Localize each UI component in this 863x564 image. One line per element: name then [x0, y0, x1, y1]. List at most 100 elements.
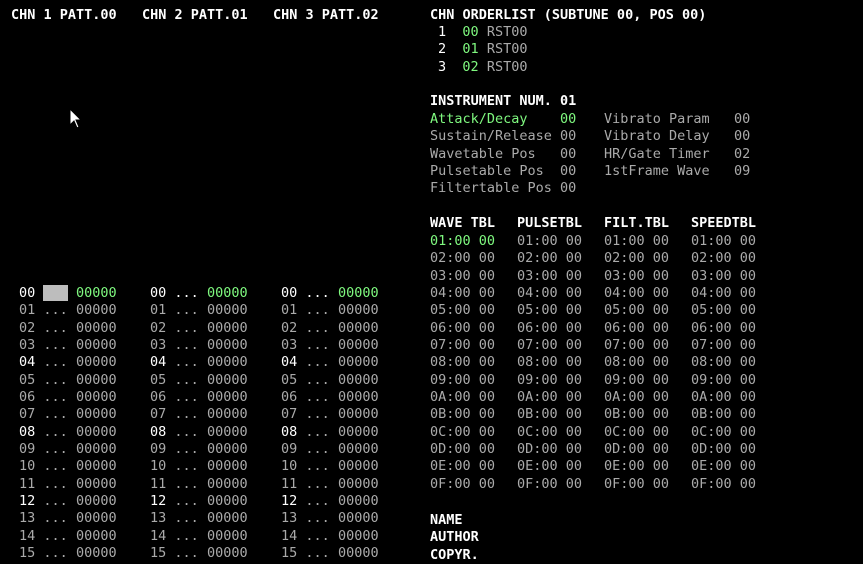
note-cell[interactable]: ...: [43, 528, 67, 544]
command-cell[interactable]: 00000: [76, 458, 117, 474]
table-entry[interactable]: 0F:00 00: [517, 476, 582, 492]
command-cell[interactable]: 00000: [338, 372, 379, 388]
table-row[interactable]: 01:00 00: [604, 233, 669, 250]
command-cell[interactable]: 00000: [338, 424, 379, 440]
note-cell[interactable]: ...: [174, 389, 198, 405]
table-row[interactable]: 02:00 00: [517, 250, 582, 267]
table-row[interactable]: 05:00 00: [604, 302, 669, 319]
pattern-row[interactable]: 12 ... 00000: [19, 493, 117, 510]
table-entry[interactable]: 04:00 00: [604, 285, 669, 301]
orderlist[interactable]: 1 00 RST00 2 01 RST00 3 02 RST00: [438, 24, 527, 76]
note-cell[interactable]: ...: [305, 510, 329, 526]
pattern-row[interactable]: 02 ... 00000: [281, 320, 379, 337]
note-cell[interactable]: ...: [43, 510, 67, 526]
table-row[interactable]: 0B:00 00: [517, 406, 582, 423]
table-row[interactable]: 0B:00 00: [691, 406, 756, 423]
pattern-row[interactable]: 10 ... 00000: [281, 458, 379, 475]
command-cell[interactable]: 00000: [207, 476, 248, 492]
table-entry[interactable]: 0D:00 00: [604, 441, 669, 457]
command-cell[interactable]: 00000: [338, 493, 379, 509]
table-row[interactable]: 05:00 00: [691, 302, 756, 319]
instrument-param[interactable]: Vibrato Delay 00: [604, 128, 750, 145]
pattern-row[interactable]: 00 ... 00000: [150, 285, 248, 302]
command-cell[interactable]: 00000: [76, 493, 117, 509]
command-cell[interactable]: 00000: [207, 458, 248, 474]
command-cell[interactable]: 00000: [76, 406, 117, 422]
table-row[interactable]: 03:00 00: [517, 268, 582, 285]
table-row[interactable]: 0D:00 00: [691, 441, 756, 458]
command-cell[interactable]: 00000: [338, 354, 379, 370]
channel-3-pattern-editor[interactable]: 00 ... 00000 01 ... 00000 02 ... 00000 03 .…: [281, 285, 379, 563]
table-entry[interactable]: 05:00 00: [604, 302, 669, 318]
song-info[interactable]: NAME AUTHOR COPYR.: [430, 512, 479, 564]
command-cell[interactable]: 00000: [207, 285, 248, 301]
note-cell[interactable]: ...: [174, 458, 198, 474]
command-cell[interactable]: 00000: [207, 545, 248, 561]
note-cell[interactable]: ...: [43, 337, 67, 353]
table-entry[interactable]: 06:00 00: [430, 320, 495, 336]
table-entry[interactable]: 04:00 00: [517, 285, 582, 301]
note-cell[interactable]: ...: [174, 545, 198, 561]
command-cell[interactable]: 00000: [338, 406, 379, 422]
orderlist-row[interactable]: 3 02 RST00: [438, 59, 527, 76]
table-entry[interactable]: 05:00 00: [691, 302, 756, 318]
table-row[interactable]: 0E:00 00: [517, 458, 582, 475]
note-cell[interactable]: ...: [174, 337, 198, 353]
table-entry[interactable]: 01:00 00: [604, 233, 669, 249]
table-row[interactable]: 03:00 00: [430, 268, 495, 285]
table-row[interactable]: 0D:00 00: [430, 441, 495, 458]
table-entry[interactable]: 07:00 00: [517, 337, 582, 353]
table-row[interactable]: 0F:00 00: [604, 476, 669, 493]
pattern-row[interactable]: 04 ... 00000: [150, 354, 248, 371]
table-entry[interactable]: 02:00 00: [517, 250, 582, 266]
speed-table[interactable]: 01:00 00 02:00 00 03:00 00 04:00 00 05:00 00…: [691, 233, 756, 493]
note-cell[interactable]: ...: [174, 510, 198, 526]
table-row[interactable]: 09:00 00: [691, 372, 756, 389]
table-row[interactable]: 0F:00 00: [517, 476, 582, 493]
table-entry[interactable]: 0D:00 00: [430, 441, 495, 457]
table-row[interactable]: 0E:00 00: [691, 458, 756, 475]
command-cell[interactable]: 00000: [76, 476, 117, 492]
pattern-row[interactable]: 11 ... 00000: [19, 476, 117, 493]
note-cell[interactable]: ...: [305, 493, 329, 509]
table-entry[interactable]: 07:00 00: [691, 337, 756, 353]
note-cell[interactable]: ...: [43, 493, 67, 509]
table-entry[interactable]: 04:00 00: [691, 285, 756, 301]
command-cell[interactable]: 00000: [338, 337, 379, 353]
table-row[interactable]: 04:00 00: [691, 285, 756, 302]
table-entry[interactable]: 06:00 00: [691, 320, 756, 336]
note-cell[interactable]: ...: [305, 372, 329, 388]
command-cell[interactable]: 00000: [76, 372, 117, 388]
table-entry[interactable]: 08:00 00: [604, 354, 669, 370]
pattern-row[interactable]: 07 ... 00000: [281, 406, 379, 423]
command-cell[interactable]: 00000: [76, 320, 117, 336]
note-cell[interactable]: ...: [174, 476, 198, 492]
pattern-row[interactable]: 09 ... 00000: [19, 441, 117, 458]
instrument-param[interactable]: Vibrato Param 00: [604, 111, 750, 128]
param-value[interactable]: 00: [560, 111, 576, 127]
command-cell[interactable]: 00000: [338, 302, 379, 318]
command-cell[interactable]: 00000: [76, 354, 117, 370]
table-row[interactable]: 0A:00 00: [430, 389, 495, 406]
param-value[interactable]: 00: [734, 128, 750, 144]
table-entry[interactable]: 0A:00 00: [517, 389, 582, 405]
table-entry[interactable]: 0F:00 00: [691, 476, 756, 492]
note-cell[interactable]: ...: [174, 406, 198, 422]
note-cell[interactable]: ...: [174, 441, 198, 457]
table-entry[interactable]: 0B:00 00: [430, 406, 495, 422]
instrument-param[interactable]: Sustain/Release 00: [430, 128, 576, 145]
command-cell[interactable]: 00000: [76, 424, 117, 440]
instrument-params-left[interactable]: Attack/Decay 00 Sustain/Release 00 Wavetab…: [430, 111, 576, 198]
pattern-row[interactable]: 11 ... 00000: [150, 476, 248, 493]
pattern-row[interactable]: 02 ... 00000: [19, 320, 117, 337]
table-entry[interactable]: 07:00 00: [604, 337, 669, 353]
orderlist-row[interactable]: 1 00 RST00: [438, 24, 527, 41]
pattern-row[interactable]: 05 ... 00000: [19, 372, 117, 389]
command-cell[interactable]: 00000: [207, 302, 248, 318]
table-row[interactable]: 08:00 00: [604, 354, 669, 371]
command-cell[interactable]: 00000: [207, 528, 248, 544]
param-value[interactable]: 00: [560, 180, 576, 196]
pattern-row[interactable]: 00 ... 00000: [281, 285, 379, 302]
table-row[interactable]: 06:00 00: [517, 320, 582, 337]
note-cell[interactable]: ...: [305, 320, 329, 336]
